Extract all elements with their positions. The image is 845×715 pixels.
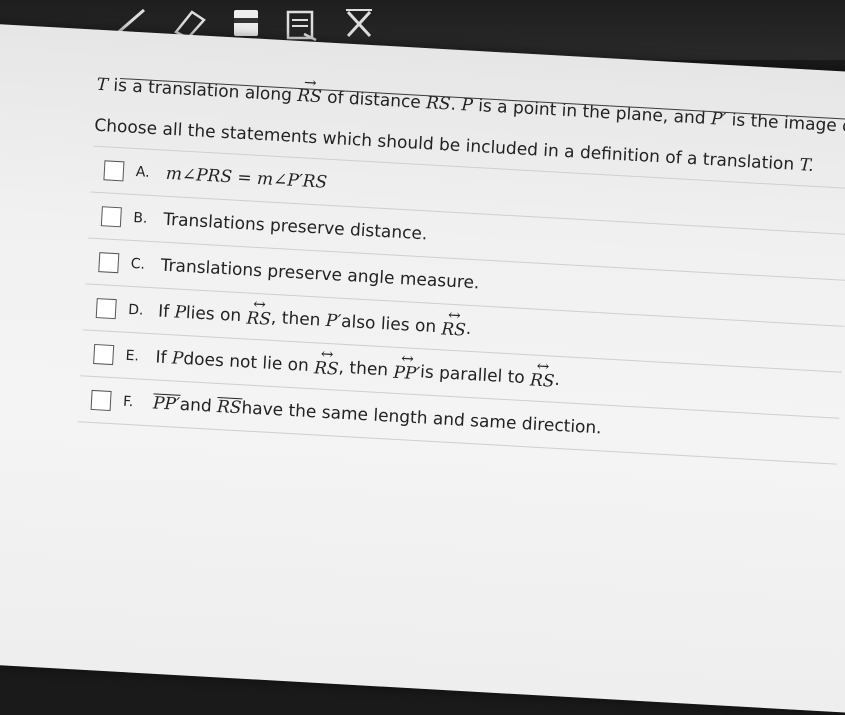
text: , then bbox=[270, 307, 322, 331]
checkbox[interactable] bbox=[98, 251, 120, 273]
text: also lies on bbox=[340, 311, 437, 337]
checkbox[interactable] bbox=[103, 159, 125, 181]
text: , then bbox=[338, 357, 389, 380]
text: does not lie on bbox=[182, 348, 310, 376]
text: is parallel to bbox=[419, 361, 526, 388]
line-PP-prime: PP′ bbox=[393, 358, 421, 383]
question-content: T is a translation along RS of distance … bbox=[77, 70, 845, 465]
segment-RS: RS bbox=[216, 396, 243, 418]
choice-text: Translations preserve distance. bbox=[162, 209, 428, 244]
text: have the same length and same direction. bbox=[240, 397, 603, 438]
checkbox[interactable] bbox=[93, 343, 115, 365]
checkbox[interactable] bbox=[100, 205, 122, 227]
text: is the image of bbox=[731, 110, 845, 138]
checkbox[interactable] bbox=[90, 389, 112, 411]
choice-letter: B. bbox=[132, 209, 148, 227]
choice-list: A. m∠PRS = m∠P′RS B. Translations preser… bbox=[77, 145, 845, 465]
segment-PP-prime: PP′ bbox=[152, 393, 181, 415]
vector-RS: RS bbox=[297, 81, 323, 108]
clear-icon[interactable] bbox=[342, 6, 382, 42]
choice-text: Translations preserve angle measure. bbox=[160, 255, 480, 293]
line-RS: RS bbox=[314, 354, 340, 379]
text: If bbox=[155, 346, 168, 368]
math-P-prime: P′ bbox=[325, 310, 342, 332]
line-RS: RS bbox=[441, 315, 467, 340]
text: and bbox=[179, 394, 213, 417]
text-box-icon[interactable] bbox=[282, 6, 322, 42]
choice-letter: C. bbox=[130, 255, 146, 273]
text: . bbox=[465, 318, 472, 339]
line-RS: RS bbox=[246, 304, 272, 329]
choice-letter: A. bbox=[135, 163, 151, 181]
choice-letter: E. bbox=[125, 347, 140, 364]
choice-letter: F. bbox=[122, 393, 134, 410]
worksheet-page: T is a translation along RS of distance … bbox=[0, 22, 845, 715]
math-T: T. bbox=[798, 155, 815, 176]
line-RS: RS bbox=[529, 366, 555, 391]
text: lies on bbox=[185, 302, 242, 326]
choice-math: m∠PRS = m∠P′RS bbox=[165, 163, 328, 193]
choice-letter: D. bbox=[127, 301, 144, 319]
checkbox[interactable] bbox=[95, 297, 117, 319]
text: If bbox=[157, 301, 170, 322]
